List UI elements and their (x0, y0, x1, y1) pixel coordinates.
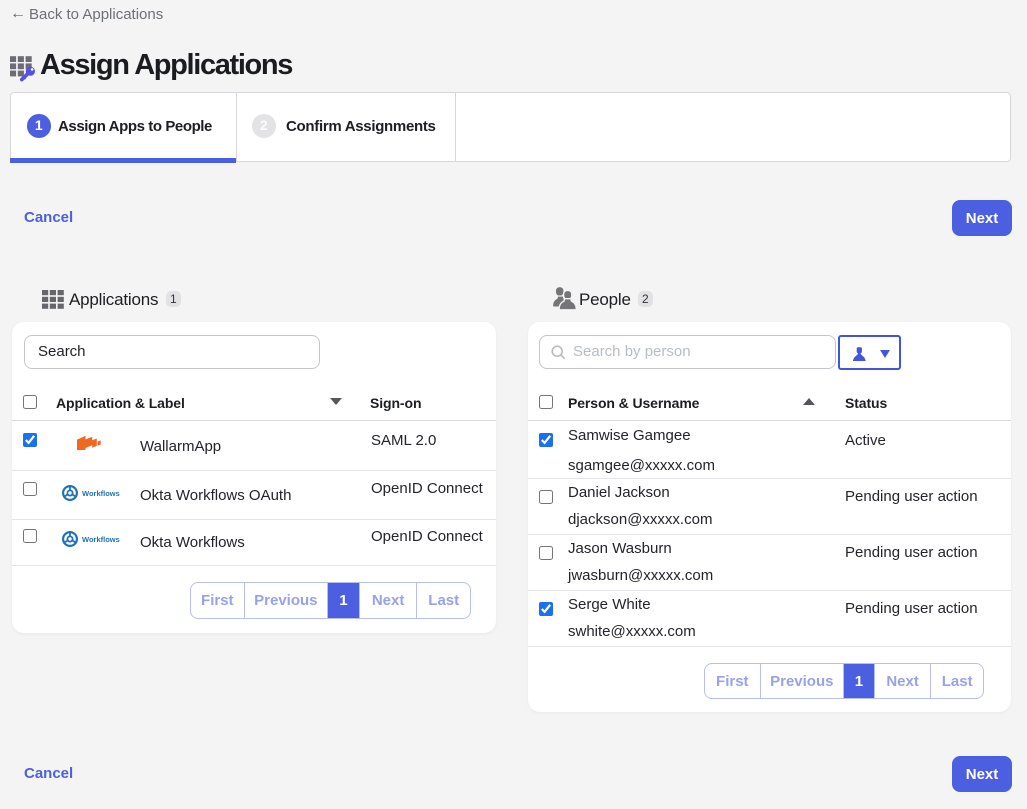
svg-text:Workflows: Workflows (82, 535, 120, 544)
svg-text:Workflows: Workflows (82, 489, 120, 498)
